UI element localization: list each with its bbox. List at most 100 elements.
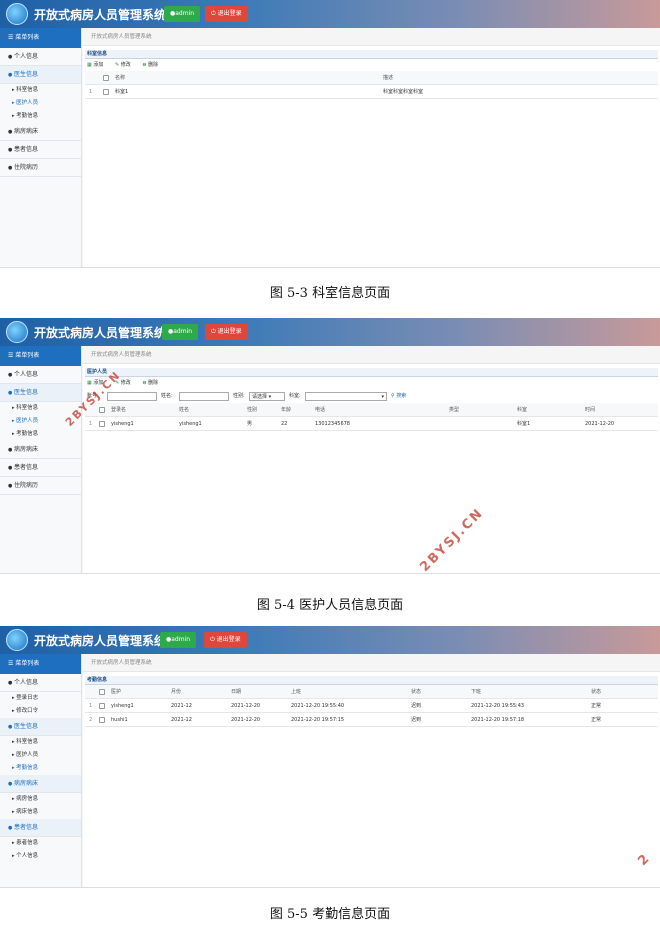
sidebar-section[interactable]: ● 患者信息 [0,819,81,837]
logout-button[interactable]: ⏻ 退出登录 [205,6,248,22]
table-row[interactable]: 1 yisheng1 2021-12 2021-12-20 2021-12-20… [85,699,658,713]
sidebar-section[interactable]: ● 患者信息 [0,459,81,477]
sidebar-item[interactable]: ▸ 病房信息 [0,793,81,806]
sidebar-section[interactable]: ● 医生信息 [0,384,81,402]
app-logo-icon [6,321,28,343]
app-title: 开放式病房人员管理系统 [34,326,167,340]
column-header: 名称 [115,75,126,81]
sidebar-item-label: 个人信息 [16,853,39,859]
row-checkbox[interactable] [99,703,105,709]
table-row[interactable]: 2 hushi1 2021-12 2021-12-20 2021-12-20 1… [85,713,658,727]
column-header: 性别 [247,407,258,413]
sidebar-item-label: 患者信息 [16,840,39,846]
admin-button[interactable]: ●admin [164,6,201,22]
sidebar-item-label: 医生信息 [13,389,38,396]
row-checkbox[interactable] [103,89,109,95]
caption-figure-5-5: 图 5-5 考勤信息页面 [269,907,391,922]
toolbar: ▦ 添加 ✎ 修改 ⊖ 删除 [83,59,660,71]
sidebar-section[interactable]: ● 病房病床 [0,441,81,459]
sidebar-item[interactable]: ▸ 考勤信息 [0,762,81,775]
row-checkbox[interactable] [99,717,105,723]
sidebar-section[interactable]: ● 住院病历 [0,159,81,177]
app-logo-icon [6,3,28,25]
sidebar-item-label: 个人信息 [13,679,38,686]
panel-title: 考勤信息 [85,676,658,685]
sidebar-section[interactable]: ● 医生信息 [0,718,81,736]
sidebar-item[interactable]: ▸ 医护人员 [0,97,81,110]
sidebar-section[interactable]: ● 住院病历 [0,477,81,495]
column-header: 状态 [591,689,602,695]
search-bar: 账号: 姓名: 性别: 请选择 ▾ 科室: ▾ ⚲ 搜索 [83,389,660,403]
add-button[interactable]: ▦ 添加 [87,62,108,68]
sidebar-item[interactable]: ▸ 个人信息 [0,850,81,863]
sidebar-item[interactable]: ▸ 病床信息 [0,806,81,819]
search-button[interactable]: ⚲ 搜索 [391,389,406,403]
logout-button[interactable]: ⏻ 退出登录 [204,632,247,648]
sidebar-item-label: 病房信息 [16,796,39,802]
column-header: 时间 [585,407,596,413]
column-header: 类型 [449,407,460,413]
app-logo-icon [6,629,28,651]
select-all-checkbox[interactable] [103,75,109,81]
admin-button[interactable]: ●admin [162,324,199,340]
screenshot-attendance-info: 开放式病房人员管理系统 ●admin ⏻ 退出登录 ☰ 菜单列表 ● 个人信息 ▸… [0,626,660,888]
app-header: 开放式病房人员管理系统 ●admin ⏻ 退出登录 [0,318,660,346]
caption-figure-5-3: 图 5-3 科室信息页面 [269,286,391,301]
breadcrumb: 开放式病房人员管理系统 [83,28,660,46]
column-header: 科室 [517,407,528,413]
dept-select[interactable]: ▾ [305,392,387,401]
sidebar-item-label: 医护人员 [16,418,39,424]
attendance-table: 医护 月份 日期 上班 状态 下班 状态 1 yisheng1 2021-12 … [85,685,658,727]
select-all-checkbox[interactable] [99,689,105,695]
delete-button[interactable]: ⊖ 删除 [142,380,163,386]
toolbar: ▦ 添加 ✎ 修改 ⊖ 删除 [83,377,660,389]
dept-table: 名称 描述 1 科室1 科室科室科室科室 [85,71,658,99]
sidebar-section[interactable]: ● 病房病床 [0,775,81,793]
account-input[interactable] [107,392,157,401]
sidebar-item[interactable]: ▸ 科室信息 [0,736,81,749]
column-header: 描述 [383,75,394,81]
column-header: 月份 [171,689,182,695]
column-header: 日期 [231,689,242,695]
sidebar: ☰ 菜单列表 ● 个人信息 ● 医生信息 ▸ 科室信息 ▸ 医护人员 ▸ 考勤信息 ● 病… [0,28,82,267]
sidebar-section[interactable]: ● 患者信息 [0,141,81,159]
sidebar-section[interactable]: ● 病房病床 [0,123,81,141]
sidebar-item[interactable]: ▸ 医护人员 [0,749,81,762]
sidebar-item[interactable]: ▸ 患者信息 [0,837,81,850]
sidebar-item-label: 医生信息 [13,71,38,78]
admin-button[interactable]: ●admin [160,632,197,648]
logout-button[interactable]: ⏻ 退出登录 [205,324,248,340]
sidebar-item-label: 考勤信息 [16,113,39,119]
sidebar-item-label: 患者信息 [13,824,38,831]
column-header: 年龄 [281,407,292,413]
sidebar: ☰ 菜单列表 ● 个人信息 ● 医生信息 ▸ 科室信息 ▸ 医护人员 ▸ 考勤信息 ● 病… [0,346,82,573]
sidebar-item-label: 个人信息 [13,53,38,60]
select-all-checkbox[interactable] [99,407,105,413]
column-header: 姓名 [179,407,190,413]
caption-figure-5-4: 图 5-4 医护人员信息页面 [256,598,404,613]
sidebar-section[interactable]: ● 个人信息 [0,48,81,66]
sidebar-item-label: 考勤信息 [16,431,39,437]
sidebar-item-label: 住院病历 [13,164,38,171]
sidebar-section[interactable]: ● 个人信息 [0,366,81,384]
sidebar-item[interactable]: ▸ 考勤信息 [0,428,81,441]
table-row[interactable]: 1 yisheng1 yisheng1 男 22 13012345678 科室1… [85,417,658,431]
sidebar-item[interactable]: ▸ 科室信息 [0,84,81,97]
app-header: 开放式病房人员管理系统 ●admin ⏻ 退出登录 [0,626,660,654]
sidebar-section[interactable]: ● 医生信息 [0,66,81,84]
sidebar-item[interactable]: ▸ 修改口令 [0,705,81,718]
column-header: 下班 [471,689,482,695]
edit-button[interactable]: ✎ 修改 [115,62,136,68]
row-checkbox[interactable] [99,421,105,427]
gender-select[interactable]: 请选择 ▾ [249,392,285,401]
add-icon: ▦ [87,62,92,68]
sidebar-section[interactable]: ● 个人信息 [0,674,81,692]
name-input[interactable] [179,392,229,401]
sidebar-item[interactable]: ▸ 登录日志 [0,692,81,705]
sidebar-item-label: 病房病床 [13,780,38,787]
delete-button[interactable]: ⊖ 删除 [142,62,163,68]
panel-title: 科室信息 [85,50,658,59]
sidebar-item[interactable]: ▸ 考勤信息 [0,110,81,123]
delete-icon: ⊖ [142,380,147,386]
table-row[interactable]: 1 科室1 科室科室科室科室 [85,85,658,99]
